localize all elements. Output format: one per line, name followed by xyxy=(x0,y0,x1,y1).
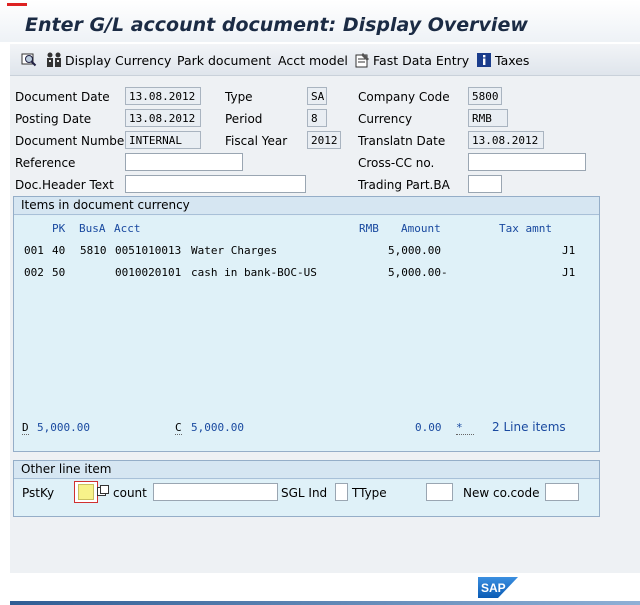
page-title: Enter G/L account document: Display Over… xyxy=(25,14,528,36)
col-header-amount: Amount xyxy=(401,222,441,235)
cross-cc-input[interactable] xyxy=(468,153,586,171)
currency-icon xyxy=(46,52,62,68)
row-pk: 40 xyxy=(52,244,66,257)
period-field[interactable]: 8 xyxy=(307,109,327,127)
value-help-icon[interactable] xyxy=(97,485,109,497)
translatn-date-label: Translatn Date xyxy=(358,134,446,148)
col-header-currency: RMB xyxy=(359,222,379,235)
fiscal-year-field[interactable]: 2012 xyxy=(307,131,341,149)
period-label: Period xyxy=(225,112,263,126)
fast-data-entry-button[interactable]: Fast Data Entry xyxy=(354,51,469,69)
credit-indicator: C xyxy=(175,421,182,435)
cross-cc-label: Cross-CC no. xyxy=(358,156,435,170)
row-acct: 0051010013 xyxy=(115,244,182,257)
edit-document-icon xyxy=(354,52,370,68)
pstky-input[interactable] xyxy=(78,484,94,500)
table-row[interactable]: 002 50 0010020101 cash in bank-BOC-US 5,… xyxy=(22,262,582,280)
translatn-date-field[interactable]: 13.08.2012 xyxy=(468,131,544,149)
company-code-label: Company Code xyxy=(358,90,450,104)
document-number-label: Document Number xyxy=(15,134,130,148)
info-icon xyxy=(476,52,492,68)
fiscal-year-label: Fiscal Year xyxy=(225,134,288,148)
doc-header-text-input[interactable] xyxy=(125,175,306,193)
account-label: count xyxy=(113,486,147,500)
taxes-button[interactable]: Taxes xyxy=(476,51,529,69)
row-busa: 5810 xyxy=(80,244,107,257)
reference-input[interactable] xyxy=(125,153,243,171)
display-currency-button[interactable]: Display Currency xyxy=(46,51,171,69)
acct-model-button[interactable]: Acct model xyxy=(278,51,348,69)
items-group-title: Items in document currency xyxy=(14,197,599,215)
balance-value: 0.00 xyxy=(415,421,442,434)
debit-indicator: D xyxy=(22,421,29,435)
posting-date-label: Posting Date xyxy=(15,112,92,126)
pstky-label: PstKy xyxy=(22,486,55,500)
ttype-label: TType xyxy=(352,486,387,500)
row-tax-code: J1 xyxy=(562,266,576,279)
debit-total: 5,000.00 xyxy=(37,421,90,434)
currency-field[interactable]: RMB xyxy=(468,109,508,127)
document-date-field[interactable]: 13.08.2012 xyxy=(125,87,201,105)
status-indicator: * xyxy=(456,421,474,435)
new-co-code-label: New co.code xyxy=(463,486,540,500)
row-text: Water Charges xyxy=(191,244,278,257)
application-toolbar: Display Currency Park document Acct mode… xyxy=(10,44,640,76)
account-input[interactable] xyxy=(153,483,278,501)
display-currency-label: Display Currency xyxy=(65,52,172,68)
col-header-acct: Acct xyxy=(114,222,141,235)
row-pk: 50 xyxy=(52,266,66,279)
row-acct: 0010020101 xyxy=(115,266,182,279)
line-items-count: 2 Line items xyxy=(492,420,566,434)
new-co-code-input[interactable] xyxy=(545,483,579,501)
park-document-button[interactable]: Park document xyxy=(177,51,271,69)
row-number: 002 xyxy=(24,266,44,279)
ttype-input[interactable] xyxy=(426,483,453,501)
type-label: Type xyxy=(225,90,253,104)
row-amount: 5,000.00- xyxy=(388,266,448,279)
trading-part-input[interactable] xyxy=(468,175,502,193)
row-tax-code: J1 xyxy=(562,244,576,257)
taxes-label: Taxes xyxy=(495,52,530,68)
sgl-ind-label: SGL Ind xyxy=(281,486,328,500)
currency-label: Currency xyxy=(358,112,413,126)
col-header-tax-amnt: Tax amnt xyxy=(499,222,552,235)
row-amount: 5,000.00 xyxy=(388,244,441,257)
posting-date-field[interactable]: 13.08.2012 xyxy=(125,109,201,127)
col-header-busa: BusA xyxy=(79,222,106,235)
col-header-pk: PK xyxy=(52,222,66,235)
magnifier-button[interactable] xyxy=(21,51,37,69)
park-document-label: Park document xyxy=(177,52,272,68)
type-field[interactable]: SA xyxy=(307,87,327,105)
table-row[interactable]: 001 40 5810 0051010013 Water Charges 5,0… xyxy=(22,240,582,258)
svg-text:SAP: SAP xyxy=(481,581,506,595)
sgl-ind-input[interactable] xyxy=(335,483,348,501)
row-number: 001 xyxy=(24,244,44,257)
doc-header-text-label: Doc.Header Text xyxy=(15,178,114,192)
status-bar-line xyxy=(10,601,640,605)
acct-model-label: Acct model xyxy=(278,52,348,68)
fast-data-entry-label: Fast Data Entry xyxy=(373,52,470,68)
company-code-field[interactable]: 5800 xyxy=(468,87,502,105)
credit-total: 5,000.00 xyxy=(191,421,244,434)
magnifier-icon xyxy=(21,52,37,68)
trading-part-label: Trading Part.BA xyxy=(358,178,450,192)
other-line-item-title: Other line item xyxy=(14,461,599,479)
reference-label: Reference xyxy=(15,156,76,170)
document-number-field[interactable]: INTERNAL xyxy=(125,131,201,149)
document-date-label: Document Date xyxy=(15,90,110,104)
row-text: cash in bank-BOC-US xyxy=(191,266,317,279)
title-marker xyxy=(7,3,27,6)
sap-logo: SAP xyxy=(478,577,518,598)
